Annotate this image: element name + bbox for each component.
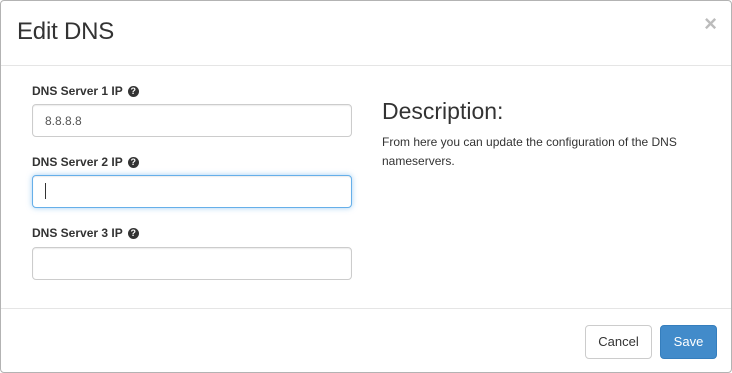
cancel-button[interactable]: Cancel	[585, 325, 652, 359]
text-cursor	[45, 183, 46, 199]
dns-server-3-label-text: DNS Server 3 IP	[32, 226, 123, 240]
question-circle-icon[interactable]: ?	[127, 227, 139, 239]
question-circle-icon[interactable]: ?	[127, 85, 139, 97]
dns-server-2-label: DNS Server 2 IP ?	[32, 155, 139, 169]
description-heading: Description:	[382, 98, 504, 124]
description-text: From here you can update the configurati…	[382, 135, 677, 168]
dns-server-3-label: DNS Server 3 IP ?	[32, 226, 139, 240]
edit-dns-dialog: Edit DNS × DNS Server 1 IP ? DNS Server …	[0, 0, 732, 373]
dialog-header: Edit DNS ×	[1, 1, 731, 66]
dns-server-1-input[interactable]	[32, 104, 352, 137]
question-circle-icon[interactable]: ?	[127, 156, 139, 168]
dns-server-3-input[interactable]	[32, 247, 352, 280]
dialog-footer: Cancel Save	[1, 308, 731, 372]
dns-server-1-label: DNS Server 1 IP ?	[32, 84, 139, 98]
close-icon[interactable]: ×	[704, 12, 717, 36]
dns-server-2-input[interactable]	[32, 175, 352, 208]
dns-server-1-label-text: DNS Server 1 IP	[32, 84, 123, 98]
dns-server-2-label-text: DNS Server 2 IP	[32, 155, 123, 169]
save-button[interactable]: Save	[660, 325, 717, 359]
dialog-title: Edit DNS	[17, 18, 115, 45]
